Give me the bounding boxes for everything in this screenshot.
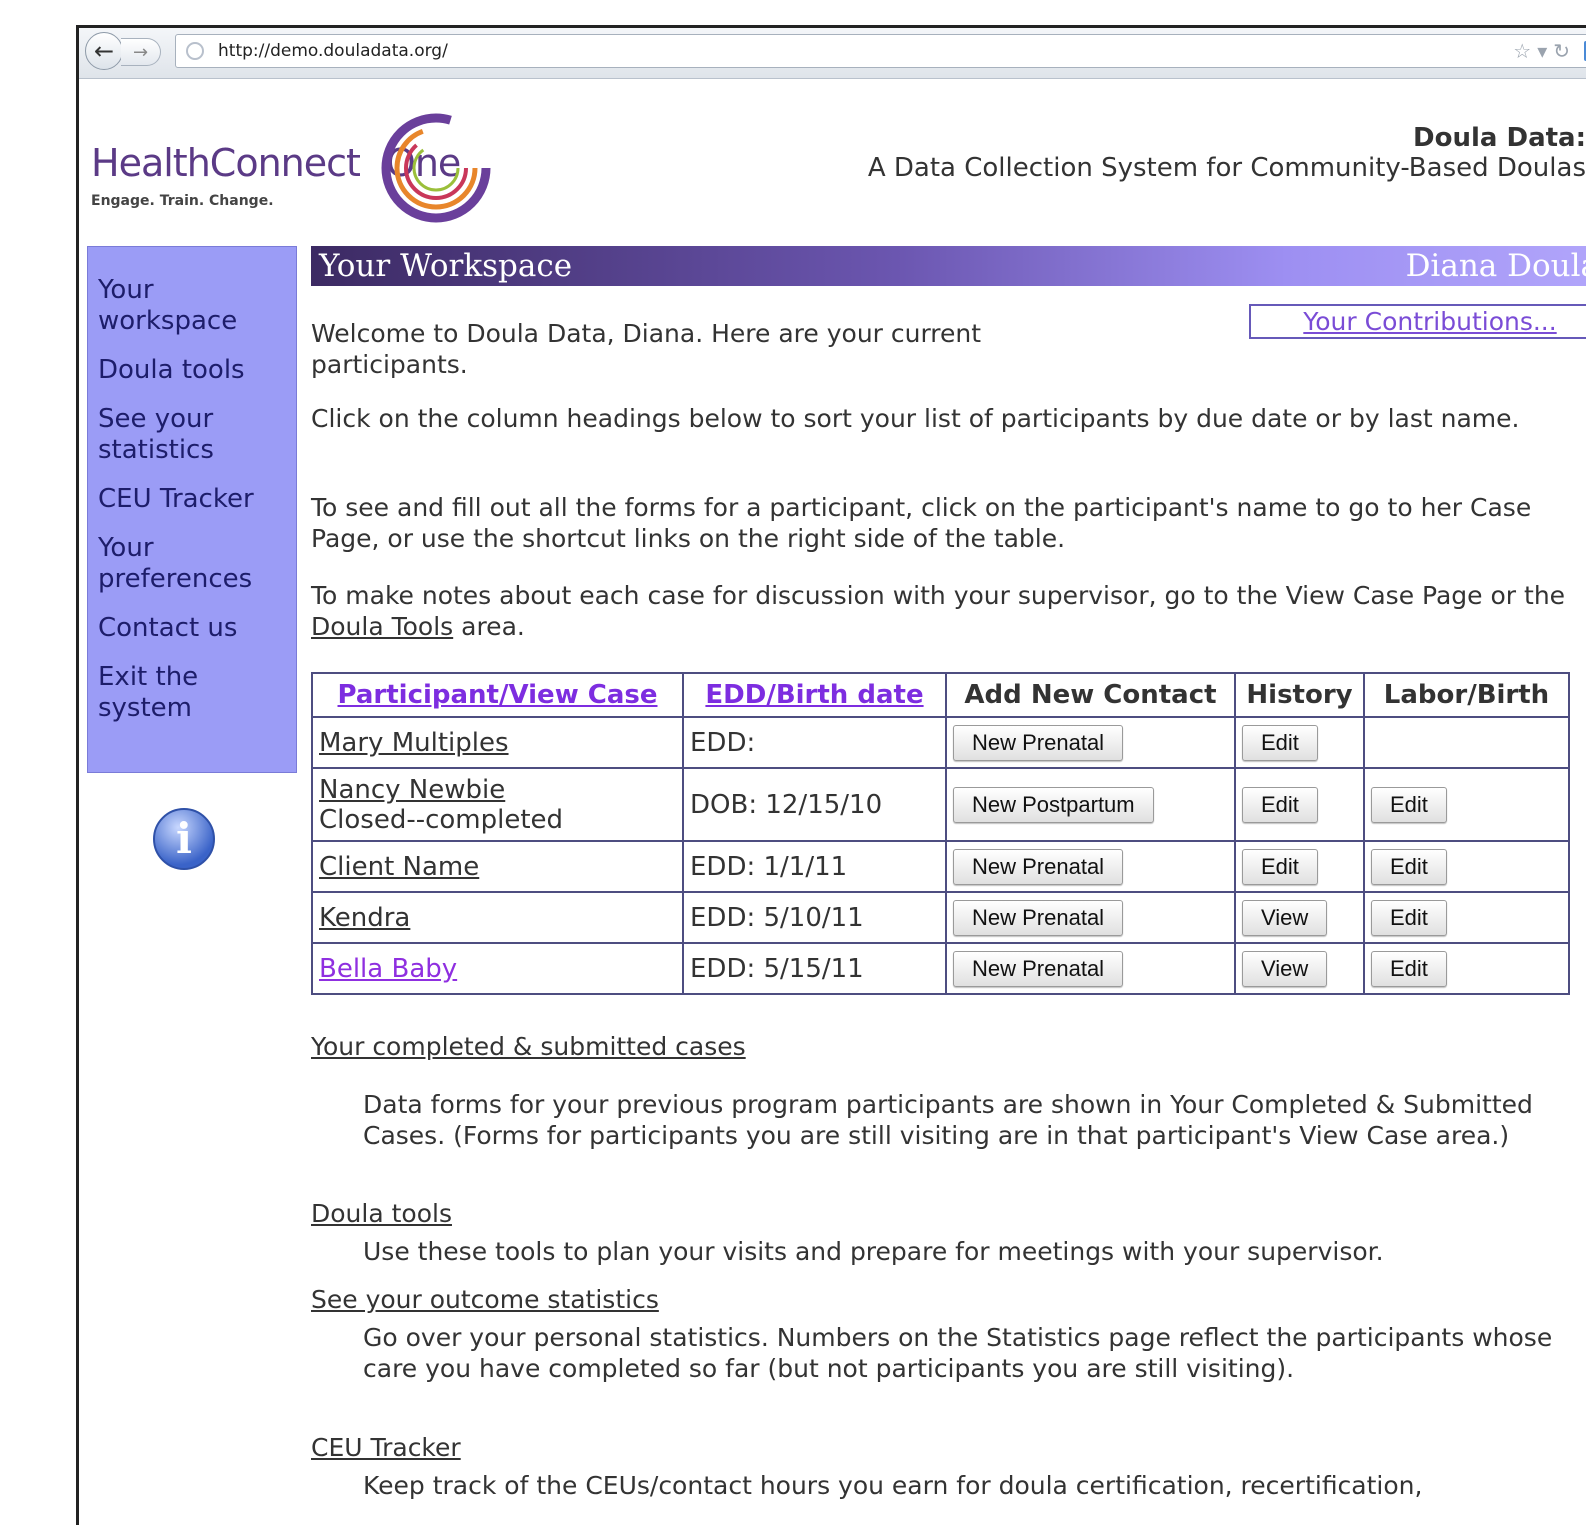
date-cell: EDD: 5/10/11 [682, 891, 947, 944]
new-contact-button[interactable]: New Prenatal [953, 950, 1124, 987]
ceu-tracker-link[interactable]: CEU Tracker [311, 1432, 1581, 1463]
completed-cases-link[interactable]: Your completed & submitted cases [311, 1031, 1581, 1062]
column-header-edd[interactable]: EDD/Birth date [682, 672, 947, 718]
sidebar-item-ceu-tracker[interactable]: CEU Tracker [98, 484, 286, 515]
column-header-add-contact: Add New Contact [945, 672, 1236, 718]
main-content: Your Workspace Diana Doula Your Contribu… [311, 246, 1586, 1500]
section-completed-cases: Your completed & submitted cases Data fo… [311, 1031, 1581, 1151]
intro-text: Welcome to Doula Data, Diana. Here are y… [311, 319, 982, 379]
participant-link[interactable]: Mary Multiples [319, 728, 509, 758]
history-button[interactable]: View [1242, 950, 1328, 987]
sort-participant-link[interactable]: Participant/View Case [338, 680, 658, 710]
history-button[interactable]: Edit [1242, 848, 1318, 885]
address-bar[interactable]: http://demo.douladata.org/ ☆▾↻ [175, 34, 1586, 68]
notes-hint-before: To make notes about each case for discus… [311, 581, 1566, 610]
browser-window: ← → http://demo.douladata.org/ ☆▾↻ Healt… [76, 25, 1586, 1525]
date-cell: EDD: 1/1/11 [682, 840, 947, 893]
completed-cases-desc: Data forms for your previous program par… [363, 1090, 1533, 1150]
history-button[interactable]: View [1242, 899, 1328, 936]
table-row: Kendra EDD: 5/10/11 New Prenatal View Ed… [311, 891, 1570, 944]
section-ceu-tracker: CEU Tracker Keep track of the CEUs/conta… [311, 1432, 1581, 1501]
url-text[interactable]: http://demo.douladata.org/ [218, 41, 448, 61]
sort-hint-text: Click on the column headings below to so… [311, 404, 1520, 433]
new-contact-button[interactable]: New Prenatal [953, 848, 1124, 885]
column-header-participant[interactable]: Participant/View Case [311, 672, 684, 718]
contributions-button[interactable]: Your Contributions... [1249, 304, 1586, 339]
forward-arrow-icon[interactable]: → [121, 38, 161, 66]
table-header-row: Participant/View Case EDD/Birth date Add… [311, 672, 1570, 718]
doula-tools-section-link[interactable]: Doula tools [311, 1198, 1581, 1229]
column-header-labor-birth: Labor/Birth [1363, 672, 1570, 718]
workspace-banner: Your Workspace Diana Doula [311, 246, 1586, 286]
column-header-history: History [1234, 672, 1365, 718]
info-icon[interactable]: i [153, 808, 215, 870]
participant-status: Closed--completed [319, 804, 564, 835]
sidebar-item-workspace[interactable]: Your workspace [98, 275, 248, 337]
labor-birth-button[interactable]: Edit [1371, 848, 1447, 885]
sidebar-item-preferences[interactable]: Your preferences [98, 533, 252, 595]
user-name: Diana Doula [1405, 248, 1586, 284]
doula-tools-link[interactable]: Doula Tools [311, 612, 453, 641]
new-contact-button[interactable]: New Prenatal [953, 724, 1124, 761]
labor-birth-button[interactable]: Edit [1371, 899, 1447, 936]
statistics-desc: Go over your personal statistics. Number… [363, 1323, 1553, 1383]
labor-birth-button[interactable]: Edit [1371, 786, 1447, 823]
date-cell: DOB: 12/15/10 [682, 767, 947, 842]
logo-tagline: Engage. Train. Change. [91, 193, 274, 209]
sort-edd-link[interactable]: EDD/Birth date [705, 680, 923, 710]
new-contact-button[interactable]: New Postpartum [953, 786, 1154, 823]
forms-hint-text: To see and fill out all the forms for a … [311, 493, 1532, 553]
history-button[interactable]: Edit [1242, 786, 1318, 823]
notes-hint-after: area. [453, 612, 525, 641]
site-identity-icon[interactable] [186, 42, 204, 60]
sidebar-item-exit[interactable]: Exit the system [98, 662, 248, 724]
ceu-tracker-desc: Keep track of the CEUs/contact hours you… [363, 1471, 1423, 1500]
doula-tools-desc: Use these tools to plan your visits and … [363, 1237, 1384, 1266]
participant-link[interactable]: Nancy Newbie [319, 775, 676, 805]
back-arrow-icon[interactable]: ← [85, 32, 123, 70]
participants-table: Participant/View Case EDD/Birth date Add… [311, 672, 1570, 995]
participant-link[interactable]: Client Name [319, 852, 479, 882]
notes-hint-text: To make notes about each case for discus… [311, 580, 1581, 642]
app-subtitle: A Data Collection System for Community-B… [867, 153, 1586, 183]
table-row: Nancy Newbie Closed--completed DOB: 12/15… [311, 767, 1570, 842]
date-cell: EDD: [682, 716, 947, 769]
sidebar-item-statistics[interactable]: See your statistics [98, 404, 248, 466]
sidebar-item-doula-tools[interactable]: Doula tools [98, 355, 286, 386]
labor-birth-cell [1363, 716, 1570, 769]
page-title: Your Workspace [319, 248, 573, 284]
date-cell: EDD: 5/15/11 [682, 942, 947, 995]
sidebar-item-contact[interactable]: Contact us [98, 613, 286, 644]
healthconnect-logo: HealthConnect One Engage. Train. Change. [91, 113, 511, 233]
app-title: Doula Data: [1413, 123, 1586, 153]
nav-buttons: ← → [85, 32, 165, 72]
table-row: Mary Multiples EDD: New Prenatal Edit [311, 716, 1570, 769]
table-row: Bella Baby EDD: 5/15/11 New Prenatal Vie… [311, 942, 1570, 995]
table-row: Client Name EDD: 1/1/11 New Prenatal Edi… [311, 840, 1570, 893]
history-button[interactable]: Edit [1242, 724, 1318, 761]
browser-toolbar: ← → http://demo.douladata.org/ ☆▾↻ [79, 28, 1586, 79]
logo-swirl-icon [381, 113, 491, 223]
app-header: Doula Data: A Data Collection System for… [868, 123, 1586, 183]
statistics-link[interactable]: See your outcome statistics [311, 1284, 1581, 1315]
participant-link[interactable]: Kendra [319, 903, 410, 933]
participant-link[interactable]: Bella Baby [319, 954, 457, 984]
section-statistics: See your outcome statistics Go over your… [311, 1284, 1581, 1384]
logo-name-part1: HealthConnect [91, 141, 361, 185]
bookmark-star-icon[interactable]: ☆▾↻ [1513, 39, 1576, 63]
section-doula-tools: Doula tools Use these tools to plan your… [311, 1198, 1581, 1267]
labor-birth-button[interactable]: Edit [1371, 950, 1447, 987]
sidebar-nav: Your workspace Doula tools See your stat… [87, 246, 297, 773]
new-contact-button[interactable]: New Prenatal [953, 899, 1124, 936]
